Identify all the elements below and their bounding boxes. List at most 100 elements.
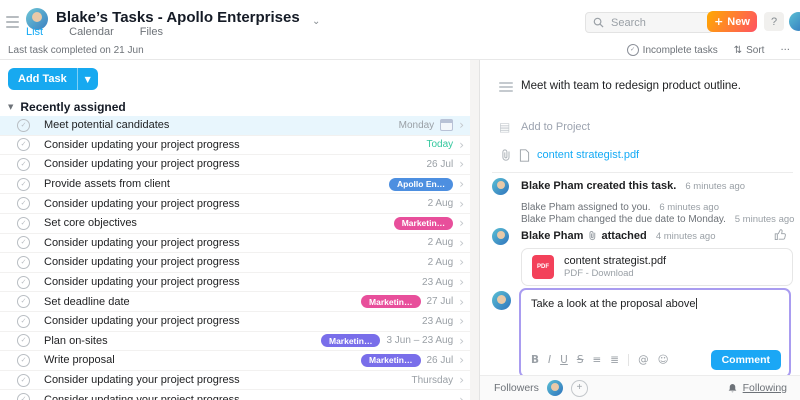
- complete-check-icon[interactable]: ✓: [17, 256, 30, 269]
- project-tag[interactable]: Marketin…: [361, 295, 420, 308]
- task-title: Set core objectives: [44, 217, 137, 229]
- add-to-project-button[interactable]: Add to Project: [521, 121, 590, 133]
- chevron-right-icon[interactable]: ›: [459, 217, 464, 229]
- due-date: Monday: [399, 120, 435, 131]
- chevron-right-icon[interactable]: ›: [459, 374, 464, 386]
- search-field[interactable]: [609, 16, 693, 30]
- calendar-icon: [440, 119, 453, 131]
- user-avatar[interactable]: [789, 12, 800, 31]
- project-tag[interactable]: Marketin…: [321, 334, 380, 347]
- chevron-right-icon[interactable]: ›: [459, 335, 464, 347]
- task-row[interactable]: ✓Consider updating your project progress…: [0, 390, 470, 400]
- project-tag[interactable]: Marketin…: [361, 354, 420, 367]
- numbered-list-icon[interactable]: ≣: [610, 354, 619, 366]
- chevron-right-icon[interactable]: ›: [459, 394, 464, 400]
- task-row[interactable]: ✓ Consider updating your project progress…: [0, 273, 470, 293]
- chevron-right-icon[interactable]: ›: [459, 198, 464, 210]
- task-row[interactable]: ✓Set deadline dateMarketin…27 Jul›: [0, 292, 470, 312]
- comment-button[interactable]: Comment: [711, 350, 781, 370]
- task-meta: ›: [459, 394, 464, 400]
- add-task-button[interactable]: Add Task ▼: [8, 68, 98, 90]
- complete-check-icon[interactable]: ✓: [17, 217, 30, 230]
- task-row[interactable]: ✓Meet potential candidatesMonday›: [0, 116, 470, 136]
- complete-check-icon[interactable]: ✓: [17, 197, 30, 210]
- italic-icon[interactable]: I: [548, 354, 551, 366]
- chevron-right-icon[interactable]: ›: [459, 178, 464, 190]
- underline-icon[interactable]: U: [560, 354, 568, 366]
- task-meta: 26 Jul›: [427, 158, 465, 170]
- task-row[interactable]: ✓Consider updating your project progress…: [0, 155, 470, 175]
- complete-check-icon[interactable]: ✓: [17, 354, 30, 367]
- task-row[interactable]: ✓Consider updating your project progress…: [0, 136, 470, 156]
- chevron-right-icon[interactable]: ›: [459, 256, 464, 268]
- search-input[interactable]: [585, 12, 713, 33]
- collapse-triangle-icon: ▼: [8, 103, 13, 111]
- add-task-label[interactable]: Add Task: [8, 68, 77, 90]
- task-row[interactable]: ✓Consider updating your project progress…: [0, 253, 470, 273]
- complete-check-icon[interactable]: ✓: [17, 374, 30, 387]
- project-tag[interactable]: Apollo En…: [389, 178, 453, 191]
- bullet-list-icon[interactable]: ≡: [592, 354, 601, 366]
- mention-icon[interactable]: @: [638, 354, 649, 366]
- complete-check-icon[interactable]: ✓: [17, 158, 30, 171]
- task-row[interactable]: ✓ Set core objectives Marketin… ›: [0, 214, 470, 234]
- bold-icon[interactable]: B: [531, 354, 539, 366]
- complete-check-icon[interactable]: ✓: [17, 393, 30, 400]
- chevron-right-icon[interactable]: ›: [459, 296, 464, 308]
- avatar: [492, 228, 509, 245]
- attachment-card[interactable]: PDF content strategist.pdf PDF - Downloa…: [521, 248, 793, 286]
- help-button[interactable]: ?: [764, 12, 784, 31]
- complete-check-icon[interactable]: ✓: [17, 178, 30, 191]
- following-label: Following: [743, 382, 787, 394]
- sort-button[interactable]: ⇅ Sort: [734, 45, 765, 56]
- chevron-right-icon[interactable]: ›: [459, 354, 464, 366]
- task-title: Consider updating your project progress: [44, 276, 240, 288]
- emoji-icon[interactable]: ☺: [658, 354, 669, 366]
- like-thumb-icon[interactable]: [774, 228, 787, 246]
- new-button[interactable]: + New: [707, 11, 757, 32]
- complete-check-icon[interactable]: ✓: [17, 119, 30, 132]
- section-header-recently-assigned[interactable]: ▼ Recently assigned: [8, 100, 126, 114]
- chevron-right-icon[interactable]: ›: [459, 276, 464, 288]
- task-meta: 2 Aug›: [428, 256, 464, 268]
- task-row[interactable]: ✓Consider updating your project progress…: [0, 371, 470, 391]
- chevron-right-icon[interactable]: ›: [459, 119, 464, 131]
- task-description[interactable]: Meet with team to redesign product outli…: [521, 80, 741, 92]
- attachment-link[interactable]: content strategist.pdf: [537, 149, 639, 161]
- substory-text: Blake Pham changed the due date to Monda…: [521, 214, 726, 225]
- complete-check-icon[interactable]: ✓: [17, 315, 30, 328]
- bell-icon: [727, 383, 738, 394]
- task-row[interactable]: ✓Consider updating your project progress…: [0, 234, 470, 254]
- task-meta: Monday ›: [399, 119, 464, 131]
- following-toggle[interactable]: Following: [727, 382, 787, 394]
- chevron-right-icon[interactable]: ›: [459, 237, 464, 249]
- add-task-dropdown-icon[interactable]: ▼: [77, 68, 98, 90]
- sort-label: Sort: [746, 45, 764, 56]
- task-list-panel: Add Task ▼ ▼ Recently assigned ✓Meet pot…: [0, 60, 471, 400]
- incomplete-tasks-label: Incomplete tasks: [643, 45, 718, 56]
- project-tag[interactable]: Marketin…: [394, 217, 453, 230]
- substory-duedate: Blake Pham changed the due date to Monda…: [521, 214, 794, 225]
- add-follower-button[interactable]: +: [571, 380, 588, 397]
- hamburger-menu-icon[interactable]: [6, 16, 19, 26]
- title-dropdown-icon[interactable]: ⌄: [312, 16, 320, 24]
- complete-check-icon[interactable]: ✓: [17, 334, 30, 347]
- strikethrough-icon[interactable]: S: [577, 354, 584, 366]
- chevron-right-icon[interactable]: ›: [459, 158, 464, 170]
- complete-check-icon[interactable]: ✓: [17, 295, 30, 308]
- complete-check-icon[interactable]: ✓: [17, 138, 30, 151]
- incomplete-tasks-filter[interactable]: ✓ Incomplete tasks: [627, 44, 718, 56]
- complete-check-icon[interactable]: ✓: [17, 276, 30, 289]
- comment-input[interactable]: Take a look at the proposal above BIUS≡≣…: [519, 288, 791, 378]
- task-row[interactable]: ✓Write proposalMarketin…26 Jul›: [0, 351, 470, 371]
- chevron-right-icon[interactable]: ›: [459, 139, 464, 151]
- more-options-icon[interactable]: ···: [780, 45, 790, 56]
- task-row[interactable]: ✓Consider updating your project progress…: [0, 194, 470, 214]
- follower-avatar[interactable]: [547, 380, 563, 396]
- task-row[interactable]: ✓Consider updating your project progress…: [0, 312, 470, 332]
- task-row[interactable]: ✓Plan on-sitesMarketin…3 Jun – 23 Aug›: [0, 332, 470, 352]
- chevron-right-icon[interactable]: ›: [459, 315, 464, 327]
- attachment-meta[interactable]: PDF - Download: [564, 268, 666, 279]
- task-row[interactable]: ✓Provide assets from clientApollo En…›: [0, 175, 470, 195]
- complete-check-icon[interactable]: ✓: [17, 236, 30, 249]
